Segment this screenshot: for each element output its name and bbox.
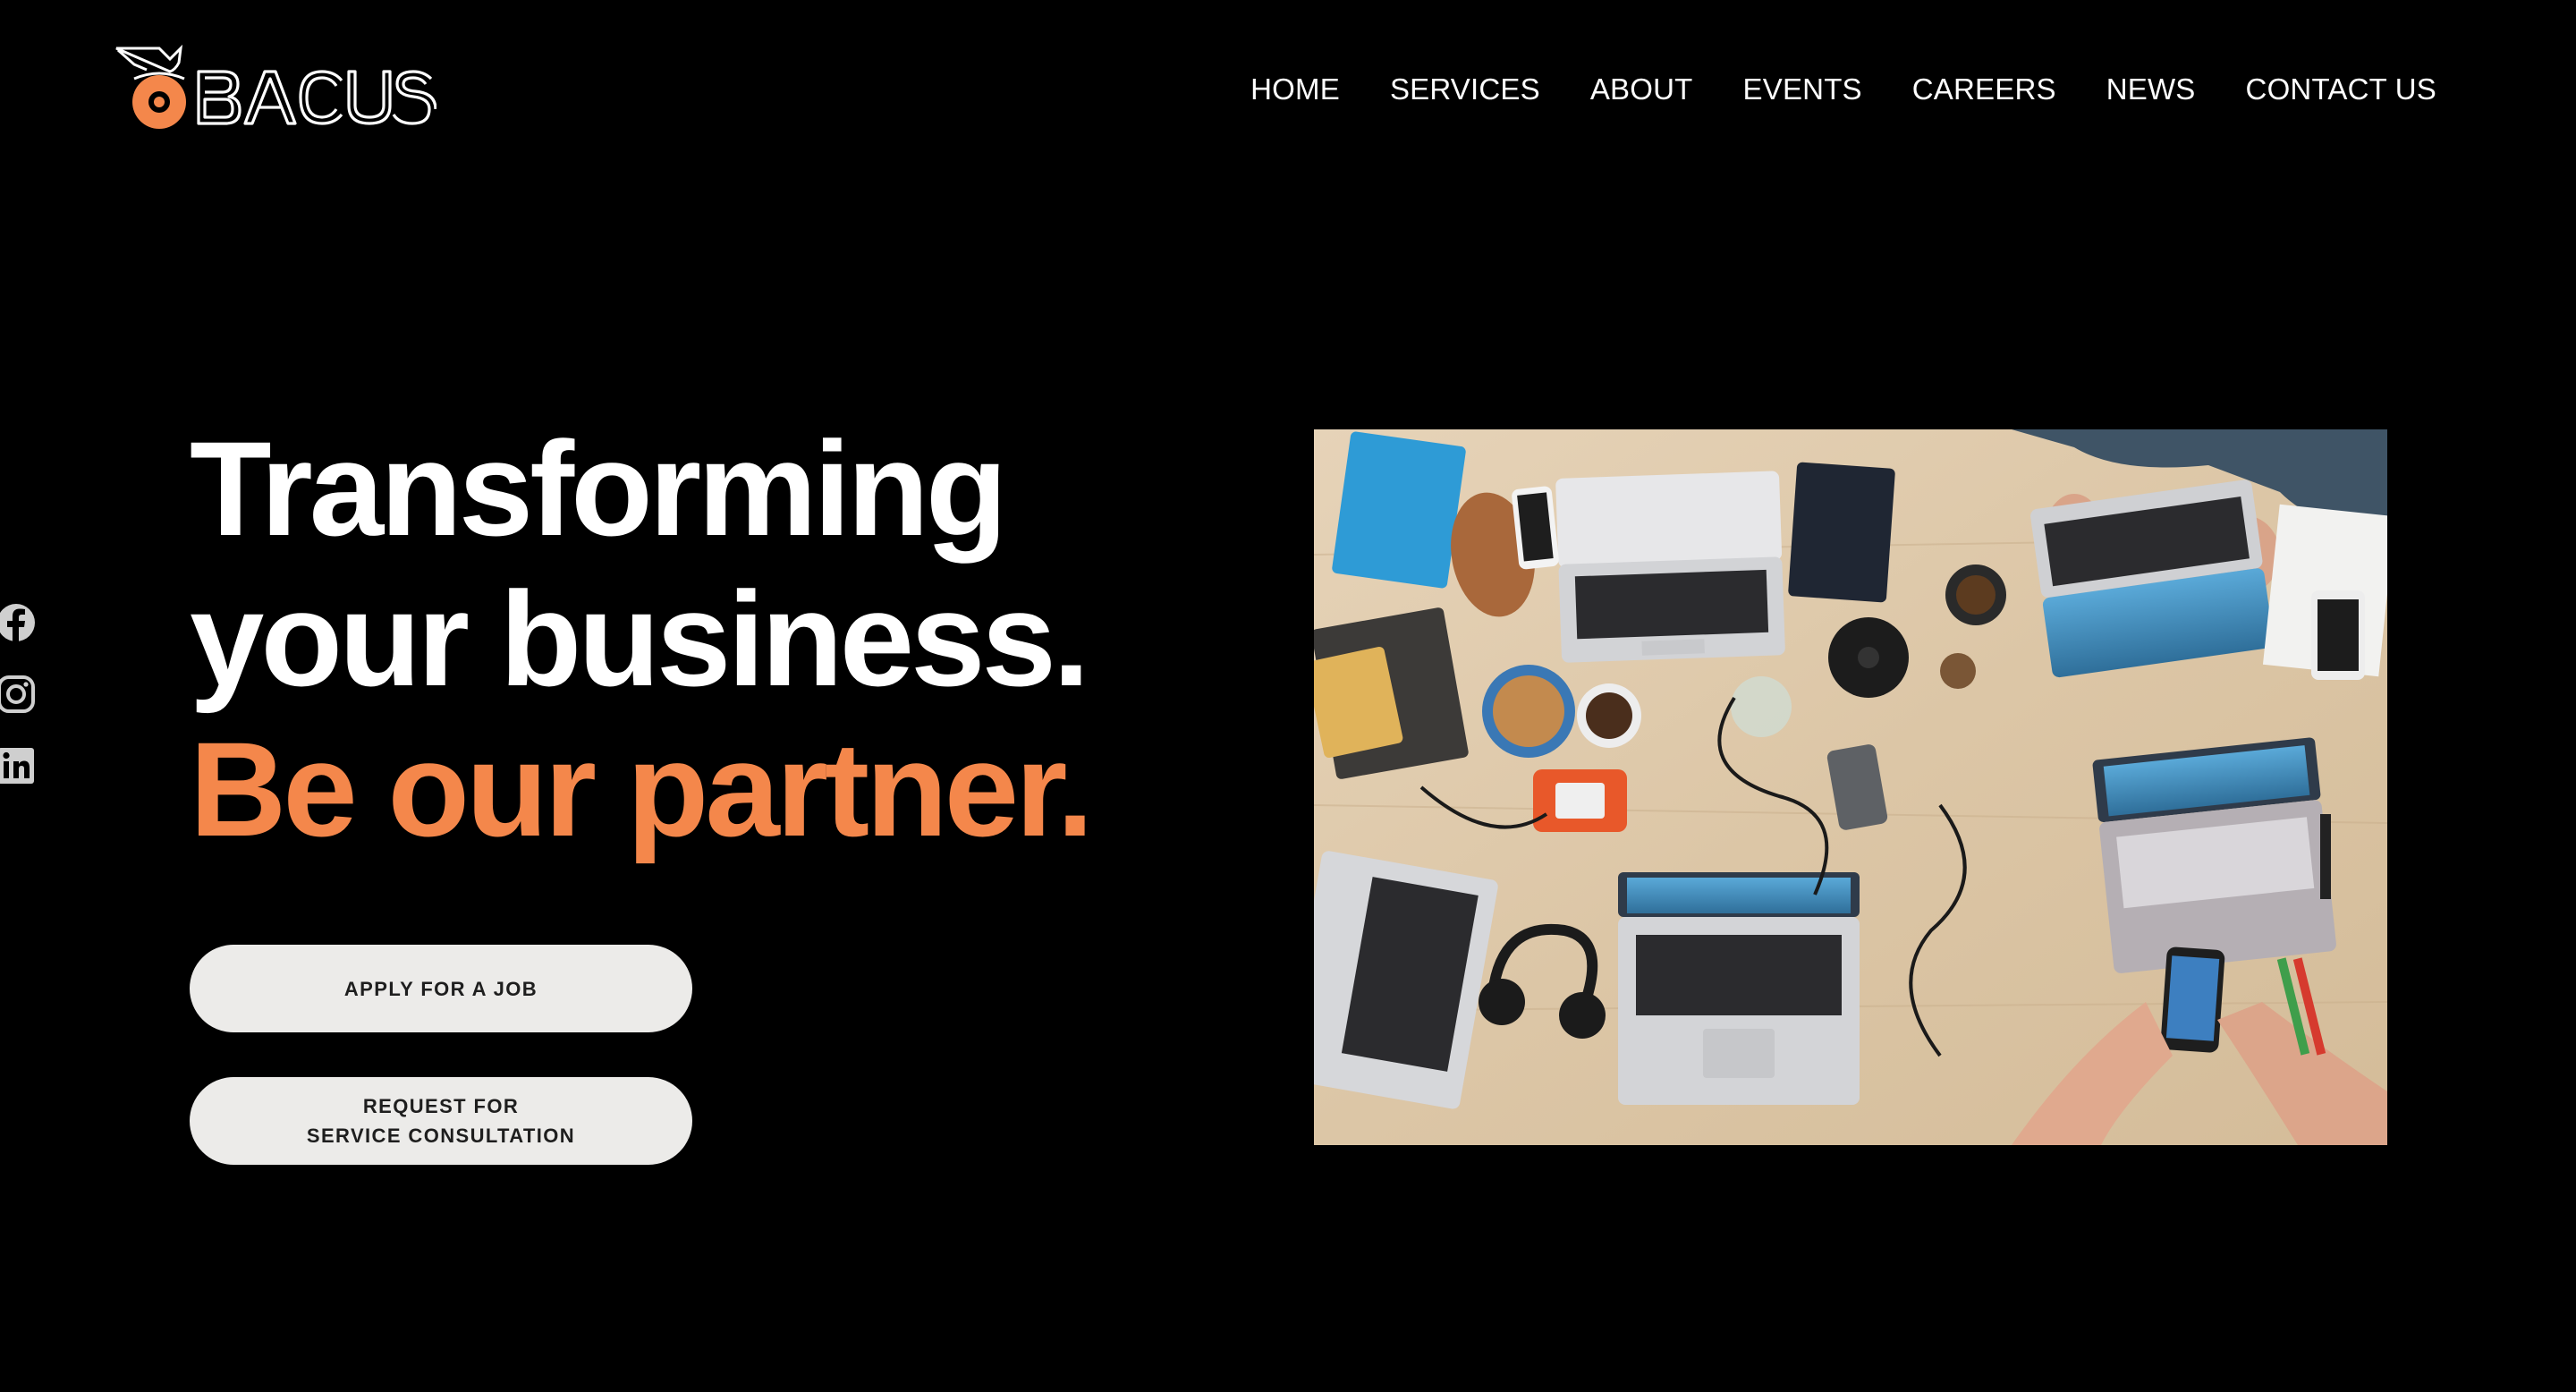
request-button-label-line2: SERVICE CONSULTATION: [306, 1125, 576, 1147]
hero-section: Transforming your business. Be our partn…: [190, 413, 1174, 864]
nav-item-home[interactable]: HOME: [1250, 64, 1340, 115]
facebook-icon[interactable]: [0, 601, 38, 644]
instagram-icon[interactable]: [0, 673, 38, 716]
page: HOME SERVICES ABOUT EVENTS CAREERS NEWS …: [0, 0, 2576, 1392]
logo-mark-icon: [115, 44, 436, 129]
apply-for-job-button[interactable]: APPLY FOR A JOB: [190, 945, 692, 1032]
hero-headline: Transforming your business. Be our partn…: [190, 413, 1174, 864]
hero-line-partner: Be our partner.: [190, 714, 1094, 864]
hero-line-transforming: Transforming: [190, 413, 1007, 564]
apply-button-label: APPLY FOR A JOB: [343, 977, 538, 1000]
nav-item-news[interactable]: NEWS: [2106, 64, 2196, 115]
workspace-illustration: [1314, 429, 2387, 1145]
linkedin-icon[interactable]: [0, 744, 38, 787]
nav-item-services[interactable]: SERVICES: [1390, 64, 1540, 115]
nav-item-about[interactable]: ABOUT: [1590, 64, 1693, 115]
main-nav: HOME SERVICES ABOUT EVENTS CAREERS NEWS …: [1250, 64, 2436, 115]
request-consultation-button[interactable]: REQUEST FOR SERVICE CONSULTATION: [190, 1077, 692, 1165]
bacus-logo[interactable]: [114, 43, 436, 136]
hero-line-business: your business.: [190, 564, 1090, 714]
request-button-label-line1: REQUEST FOR: [362, 1095, 520, 1117]
nav-item-events[interactable]: EVENTS: [1743, 64, 1862, 115]
nav-item-careers[interactable]: CAREERS: [1912, 64, 2056, 115]
team-workspace-photo: [1314, 429, 2387, 1145]
nav-item-contact-us[interactable]: CONTACT US: [2246, 64, 2436, 115]
